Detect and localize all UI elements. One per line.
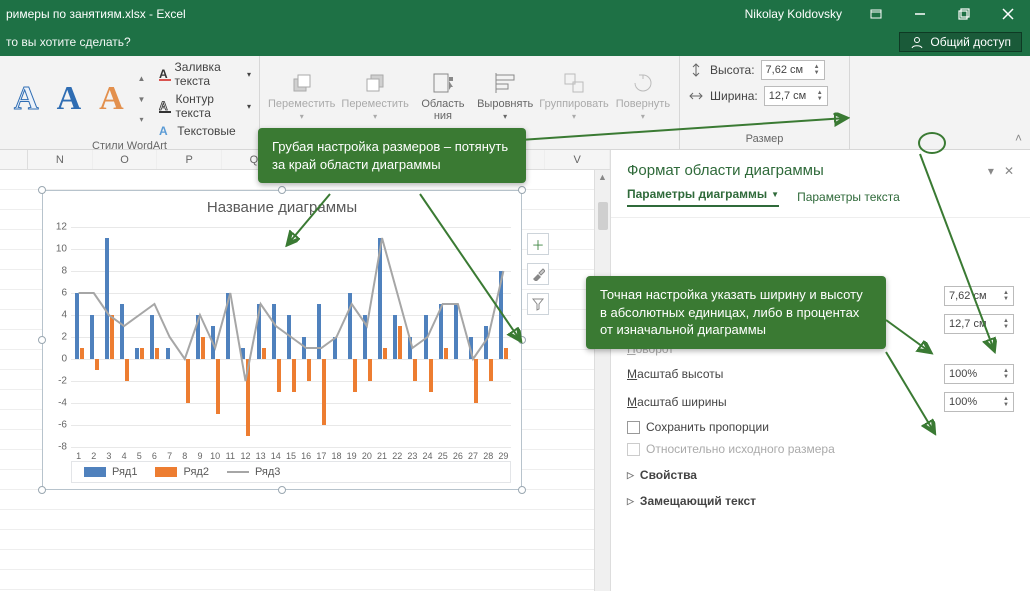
restore-button[interactable] [942,0,986,28]
chart-plot-area[interactable]: -8-6-4-2024681012 1234567891011121314151… [71,227,511,447]
wordart-gallery-more[interactable]: ▲▼▾ [136,74,148,124]
height-label: Высота: [710,63,755,77]
col-header[interactable]: V [545,150,610,169]
share-label: Общий доступ [930,35,1011,49]
text-effects-icon: A [159,124,173,138]
chart-object[interactable]: Название диаграммы -8-6-4-2024681012 123… [42,190,522,490]
user-name[interactable]: Nikolay Koldovsky [733,7,854,21]
y-axis: -8-6-4-2024681012 [47,227,71,447]
funnel-icon [531,297,545,311]
collapse-ribbon-icon[interactable]: ˄ [1015,131,1022,145]
worksheet[interactable]: N O P Q R S T U V Название диаграммы -8-… [0,150,610,591]
brush-icon [531,267,545,281]
rotate-button[interactable]: Повернуть▾ [615,70,671,122]
text-outline-icon: A [159,99,171,113]
share-icon [910,35,924,49]
align-icon [493,71,517,95]
chart-filters-button[interactable] [527,293,549,315]
pane-height-field[interactable]: 7,62 см▲▼ [944,286,1014,306]
text-fill-icon: A [159,67,170,81]
section-alt-text[interactable]: ▷Замещающий текст [627,486,1014,512]
pane-title: Формат области диаграммы [627,162,988,179]
col-header[interactable]: O [93,150,158,169]
width-label: Ширина: [710,89,758,103]
ribbon-display-options[interactable] [854,0,898,28]
height-input[interactable]: 7,62 см▲▼ [761,60,825,80]
rotate-icon [631,71,655,95]
resize-handle[interactable] [38,186,46,194]
bring-forward-icon [290,71,314,95]
chart-quick-tools: ＋ [527,233,549,315]
svg-text:A: A [159,124,168,138]
callout-precise-resize: Точная настройка указать ширину и высоту… [586,276,886,349]
resize-handle[interactable] [518,486,526,494]
width-icon [688,88,704,104]
wordart-style-2[interactable]: A [51,80,88,118]
selection-pane-icon [431,71,455,95]
height-icon [688,62,704,78]
share-button[interactable]: Общий доступ [899,32,1022,52]
resize-handle[interactable] [38,486,46,494]
format-pane: Формат области диаграммы ▾ ✕ Параметры д… [610,150,1030,591]
select-all-cell[interactable] [0,150,28,169]
text-fill-button[interactable]: A Заливка текста▾ [159,60,251,88]
document-title: римеры по занятиям.xlsx - Excel [0,7,733,21]
align-button[interactable]: Выровнять▾ [477,70,533,122]
lock-aspect-checkbox[interactable]: Сохранить пропорции [627,416,1014,438]
work-area: N O P Q R S T U V Название диаграммы -8-… [0,150,1030,591]
send-backward-button[interactable]: Переместить▾ [341,70,408,122]
pane-scale-height-label: Масштаб высоты [627,367,944,381]
col-header[interactable]: N [28,150,93,169]
section-properties[interactable]: ▷Свойства [627,460,1014,486]
chart-title[interactable]: Название диаграммы [43,191,521,224]
chart-elements-button[interactable]: ＋ [527,233,549,255]
pane-scale-height-field[interactable]: 100%▲▼ [944,364,1014,384]
tell-me-bar: то вы хотите сделать? Общий доступ [0,28,1030,56]
size-group: Высота: 7,62 см▲▼ Ширина: 12,7 см▲▼ Разм… [680,56,850,149]
group-icon [562,71,586,95]
close-button[interactable] [986,0,1030,28]
scrollbar-thumb[interactable] [598,202,608,230]
resize-handle[interactable] [278,486,286,494]
text-outline-button[interactable]: A Контур текста▾ [159,92,251,120]
width-input[interactable]: 12,7 см▲▼ [764,86,828,106]
group-button[interactable]: Группировать▾ [539,70,609,122]
wordart-style-3[interactable]: A [93,80,130,118]
highlight-oval [918,132,946,154]
text-effects-button[interactable]: A Текстовые [159,124,251,138]
tab-chart-options[interactable]: Параметры диаграммы▼ [627,187,779,207]
size-group-label: Размер [688,131,841,149]
pane-scale-width-label: Масштаб ширины [627,395,944,409]
send-backward-icon [363,71,387,95]
pane-scale-width-field[interactable]: 100%▲▼ [944,392,1014,412]
resize-handle[interactable] [518,336,526,344]
title-bar: римеры по занятиям.xlsx - Excel Nikolay … [0,0,1030,28]
selection-pane-button[interactable]: Областьния [415,70,471,122]
resize-handle[interactable] [38,336,46,344]
bring-forward-button[interactable]: Переместить▾ [268,70,335,122]
col-header[interactable]: P [157,150,222,169]
pane-dropdown-icon[interactable]: ▾ [988,164,994,178]
chart-line-series [71,227,511,447]
relative-original-checkbox: Относительно исходного размера [627,438,1014,460]
pane-close-icon[interactable]: ✕ [1004,164,1014,178]
chart-legend[interactable]: Ряд1 Ряд2 Ряд3 [71,461,511,483]
minimize-button[interactable] [898,0,942,28]
tell-me-text[interactable]: то вы хотите сделать? [0,35,131,49]
svg-text:A: A [159,99,168,113]
svg-text:A: A [159,67,168,81]
pane-width-field[interactable]: 12,7 см▲▼ [944,314,1014,334]
resize-handle[interactable] [278,186,286,194]
wordart-style-1[interactable]: A [8,80,45,118]
callout-rough-resize: Грубая настройка размеров – потянуть за … [258,128,526,183]
wordart-styles-group: A A A ▲▼▾ A Заливка текста▾ A Контур тек… [0,56,260,149]
resize-handle[interactable] [518,186,526,194]
tab-text-options[interactable]: Параметры текста [797,187,900,207]
vertical-scrollbar[interactable]: ▲ [594,170,610,591]
chart-styles-button[interactable] [527,263,549,285]
